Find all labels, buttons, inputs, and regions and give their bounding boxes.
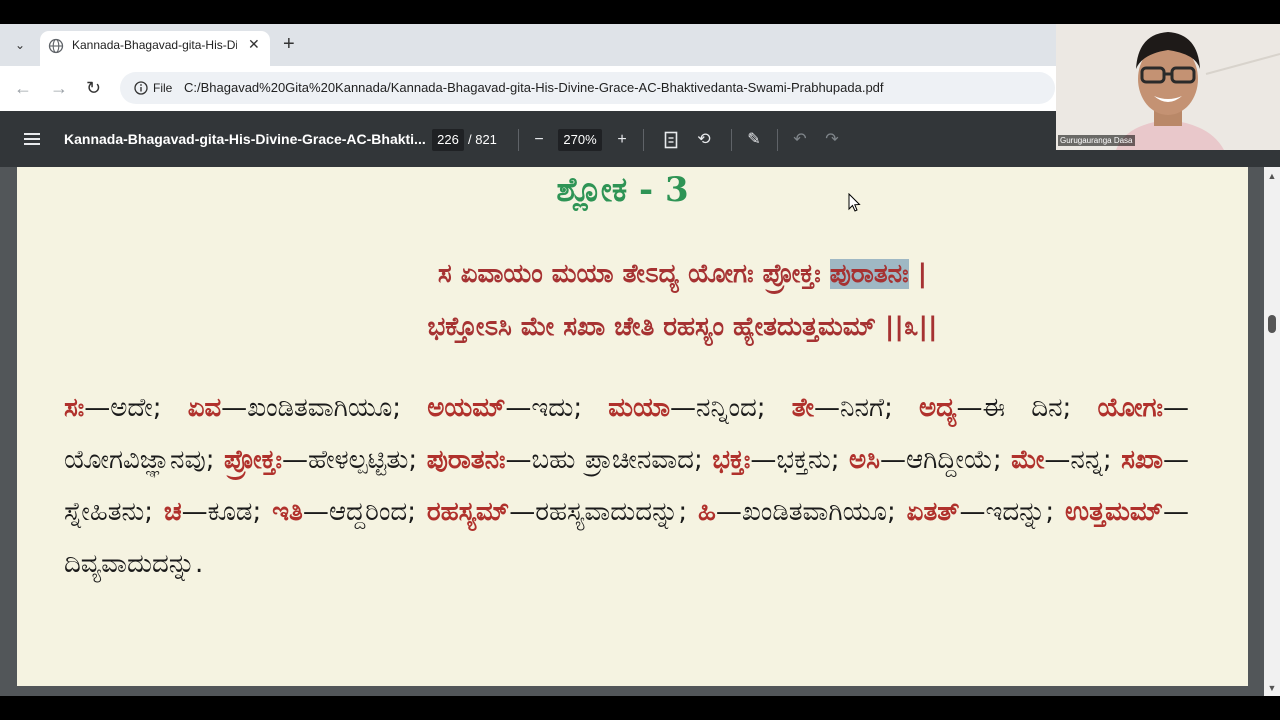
word-meaning: —ಕೂಡ; [181, 497, 273, 527]
tab-search-chevron-icon[interactable]: ⌄ [8, 33, 32, 57]
page-number-input[interactable]: 226 [432, 129, 464, 151]
tab-title: Kannada-Bhagavad-gita-His-Divine-Grace-A… [72, 38, 237, 52]
word-meaning: —ಆಗಿದ್ದೀಯೆ; [879, 445, 1012, 475]
presenter-avatar [1056, 24, 1280, 150]
scheme-label: File [153, 81, 173, 95]
url-text[interactable]: C:/Bhagavad%20Gita%20Kannada/Kannada-Bha… [184, 80, 884, 95]
scroll-down-icon[interactable]: ▼ [1266, 683, 1278, 693]
zoom-out-icon[interactable]: − [528, 129, 550, 151]
sanskrit-word: ತೇ [791, 393, 815, 423]
shloka-heading: ಶ್ಲೋಕ - 3 [556, 170, 689, 210]
menu-icon[interactable] [24, 131, 40, 145]
verse-line-1-end: | [908, 259, 928, 289]
sanskrit-word: ಯೋಗಃ [1097, 393, 1164, 423]
word-meaning: —ರಹಸ್ಯವಾದುದನ್ನು; [509, 497, 698, 527]
scrollbar[interactable] [1264, 167, 1280, 696]
sanskrit-word: ಸಖಾ [1121, 445, 1164, 475]
participant-name: Gurugauranga Dasa [1058, 135, 1135, 146]
word-meaning: —ಖಂಡಿತವಾಗಿಯೂ; [715, 497, 907, 527]
sanskrit-word: ಏವ [187, 393, 222, 423]
page-total: / 821 [468, 132, 497, 147]
sanskrit-word: ಪುರಾತನಃ [426, 445, 506, 475]
selected-text[interactable]: ಪುರಾತನಃ [829, 259, 909, 289]
divider [643, 129, 644, 151]
bottom-letterbox [0, 696, 1280, 720]
sanskrit-word: ಉತ್ತಮಮ್ [1065, 497, 1163, 527]
mouse-cursor-icon [848, 193, 861, 212]
verse-line-1-text: ಸ ಏವಾಯಂ ಮಯಾ ತೇಽದ್ಯ ಯೋಗಃ ಪ್ರೋಕ್ತಃ [437, 259, 830, 289]
sanskrit-word: ಭಕ್ತಃ [712, 445, 751, 475]
sanskrit-word: ಚ [163, 497, 182, 527]
pdf-title: Kannada-Bhagavad-gita-His-Divine-Grace-A… [64, 131, 426, 147]
redo-icon[interactable]: ↷ [821, 129, 843, 151]
word-meanings-paragraph: ಸಃ—ಅದೇ; ಏವ—ಖಂಡಿತವಾಗಿಯೂ; ಅಯಮ್—ಇದು; ಮಯಾ—ನನ… [64, 382, 1189, 590]
forward-arrow-icon[interactable]: → [50, 78, 68, 99]
sanskrit-word: ಮೇ [1011, 445, 1045, 475]
zoom-input[interactable]: 270% [558, 129, 602, 151]
word-meaning: —ಬಹು ಪ್ರಾಚೀನವಾದ; [505, 445, 713, 475]
verse-line-1: ಸ ಏವಾಯಂ ಮಯಾ ತೇಽದ್ಯ ಯೋಗಃ ಪ್ರೋಕ್ತಃ ಪುರಾತನಃ… [17, 259, 1280, 290]
tab-close-icon[interactable]: ✕ [248, 36, 260, 53]
scroll-up-icon[interactable]: ▲ [1266, 171, 1278, 181]
word-meaning: —ಹೇಳಲ್ಪಟ್ಟಿತು; [282, 445, 427, 475]
word-meaning: —ನಿನಗೆ; [814, 393, 920, 423]
globe-icon [48, 38, 64, 54]
annotate-pen-icon[interactable]: ✎ [743, 129, 765, 151]
sanskrit-word: ಸಃ [64, 393, 85, 423]
fit-page-icon[interactable] [660, 129, 682, 151]
new-tab-icon[interactable]: + [283, 33, 295, 56]
undo-icon[interactable]: ↶ [789, 129, 811, 151]
info-icon [134, 81, 148, 95]
sanskrit-word: ಪ್ರೋಕ್ತಃ [223, 445, 283, 475]
back-arrow-icon[interactable]: ← [14, 78, 32, 99]
sanskrit-word: ಅಸಿ [849, 445, 880, 475]
word-meaning: —ಭಕ್ತನು; [750, 445, 850, 475]
word-meaning: —ಖಂಡಿತವಾಗಿಯೂ; [221, 393, 428, 423]
webcam-video [1056, 24, 1280, 150]
sanskrit-word: ಹಿ [698, 497, 716, 527]
word-meaning: —ಇದನ್ನು; [959, 497, 1066, 527]
word-meaning: —ನನ್ನ; [1044, 445, 1122, 475]
sanskrit-word: ರಹಸ್ಯಮ್ [426, 497, 510, 527]
word-meaning: —ನನ್ನಿಂದ; [670, 393, 792, 423]
top-letterbox [0, 0, 1280, 24]
zoom-in-icon[interactable]: + [611, 129, 633, 151]
site-info-chip[interactable]: File [126, 77, 180, 99]
word-meaning: —ಅದೇ; [84, 393, 188, 423]
word-meaning: —ಈ ದಿನ; [956, 393, 1098, 423]
divider [731, 129, 732, 151]
divider [777, 129, 778, 151]
sanskrit-word: ಅಯಮ್ [427, 393, 506, 423]
word-meaning: —ಇದು; [505, 393, 609, 423]
scroll-thumb[interactable] [1268, 315, 1276, 333]
word-meaning: —ಆದ್ದರಿಂದ; [302, 497, 427, 527]
sanskrit-word: ಇತಿ [272, 497, 303, 527]
reload-icon[interactable]: ↻ [86, 78, 101, 99]
rotate-icon[interactable]: ⟲ [693, 129, 715, 151]
verse-line-2: ಭಕ್ತೋಽಸಿ ಮೇ ಸಖಾ ಚೇತಿ ರಹಸ್ಯಂ ಹ್ಯೇತದುತ್ತಮಮ… [427, 312, 938, 342]
sanskrit-word: ಏತತ್ [906, 497, 960, 527]
sanskrit-word: ಮಯಾ [608, 393, 671, 423]
sanskrit-word: ಅದ್ಯ [919, 393, 957, 423]
divider [518, 129, 519, 151]
